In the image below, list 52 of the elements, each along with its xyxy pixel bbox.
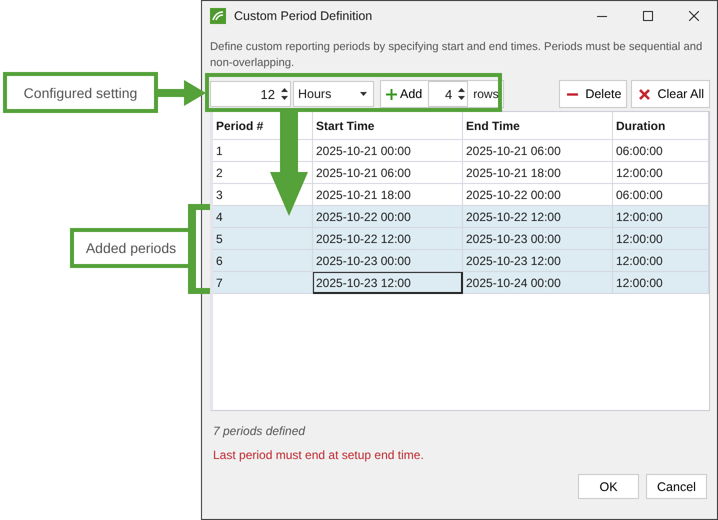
close-icon: [689, 11, 699, 21]
table-cell: 2025-10-21 18:00: [462, 162, 612, 184]
table-row[interactable]: 4 2025-10-22 00:00 2025-10-22 12:00 12:00:00: [213, 206, 708, 228]
app-logo-icon: [210, 8, 226, 24]
rows-label: rows: [472, 87, 499, 101]
table-cell: 12:00:00: [612, 206, 708, 228]
column-header[interactable]: Start Time: [312, 112, 462, 140]
table-cell: 2025-10-22 12:00: [312, 228, 462, 250]
status-text: 7 periods defined: [212, 423, 306, 440]
table-cell: 12:00:00: [612, 272, 708, 294]
dropdown-caret-icon: [360, 92, 367, 96]
table-cell: 2025-10-23 12:00: [462, 250, 612, 272]
table-cell: 2025-10-24 00:00: [462, 272, 612, 294]
column-header[interactable]: End Time: [462, 112, 612, 140]
table-cell: 2025-10-21 00:00: [312, 140, 462, 162]
row-count-spin-field[interactable]: 4: [428, 81, 468, 107]
table-cell: 12:00:00: [612, 250, 708, 272]
table-cell: 2025-10-23 00:00: [462, 228, 612, 250]
table-cell: 2025-10-22 00:00: [312, 206, 462, 228]
window-title: Custom Period Definition: [234, 9, 372, 23]
callout-label: Configured setting: [3, 72, 158, 113]
unit-dropdown[interactable]: Hours: [293, 81, 374, 107]
add-button[interactable]: Add: [383, 82, 426, 106]
column-header[interactable]: Duration: [612, 112, 708, 140]
table-row[interactable]: 5 2025-10-22 12:00 2025-10-23 00:00 12:00:00: [213, 228, 708, 250]
table-row[interactable]: 6 2025-10-23 00:00 2025-10-23 12:00 12:00:00: [213, 250, 708, 272]
table-row[interactable]: 7 2025-10-23 12:00 2025-10-24 00:00 12:00:00: [213, 272, 708, 294]
interval-spin-field[interactable]: 12: [210, 81, 291, 107]
table-cell: 2025-10-23 00:00: [312, 250, 462, 272]
arrow-drawing: [156, 80, 206, 106]
table-cell: 2025-10-21 06:00: [312, 162, 462, 184]
table-cell: 6: [213, 250, 312, 272]
description-text: Define custom reporting periods by specifying start and end times. Periods must be sequential and non-overlapping.: [209, 40, 704, 71]
plus-icon: [386, 88, 397, 100]
maximize-icon: [643, 11, 653, 21]
spin-arrows-icon[interactable]: [281, 86, 288, 102]
delete-button[interactable]: Delete: [559, 80, 628, 108]
table-cell: 2025-10-22 12:00: [462, 206, 612, 228]
table-cell: 5: [213, 228, 312, 250]
error-message: Last period must end at setup end time.: [212, 447, 425, 464]
table-cell: 2025-10-21 06:00: [462, 140, 612, 162]
table-cell: 2025-10-23 12:00: [312, 272, 462, 294]
table-cell: 7: [213, 272, 312, 294]
spin-arrows-icon[interactable]: [458, 86, 466, 102]
table-cell: 12:00:00: [612, 228, 708, 250]
clear-all-button[interactable]: Clear All: [631, 80, 710, 108]
cross-icon: [639, 88, 650, 100]
table-cell: 4: [213, 206, 312, 228]
table-cell: 12:00:00: [612, 162, 708, 184]
cancel-button[interactable]: Cancel: [646, 474, 707, 499]
ok-button[interactable]: OK: [578, 474, 639, 499]
table-cell: 06:00:00: [612, 140, 708, 162]
